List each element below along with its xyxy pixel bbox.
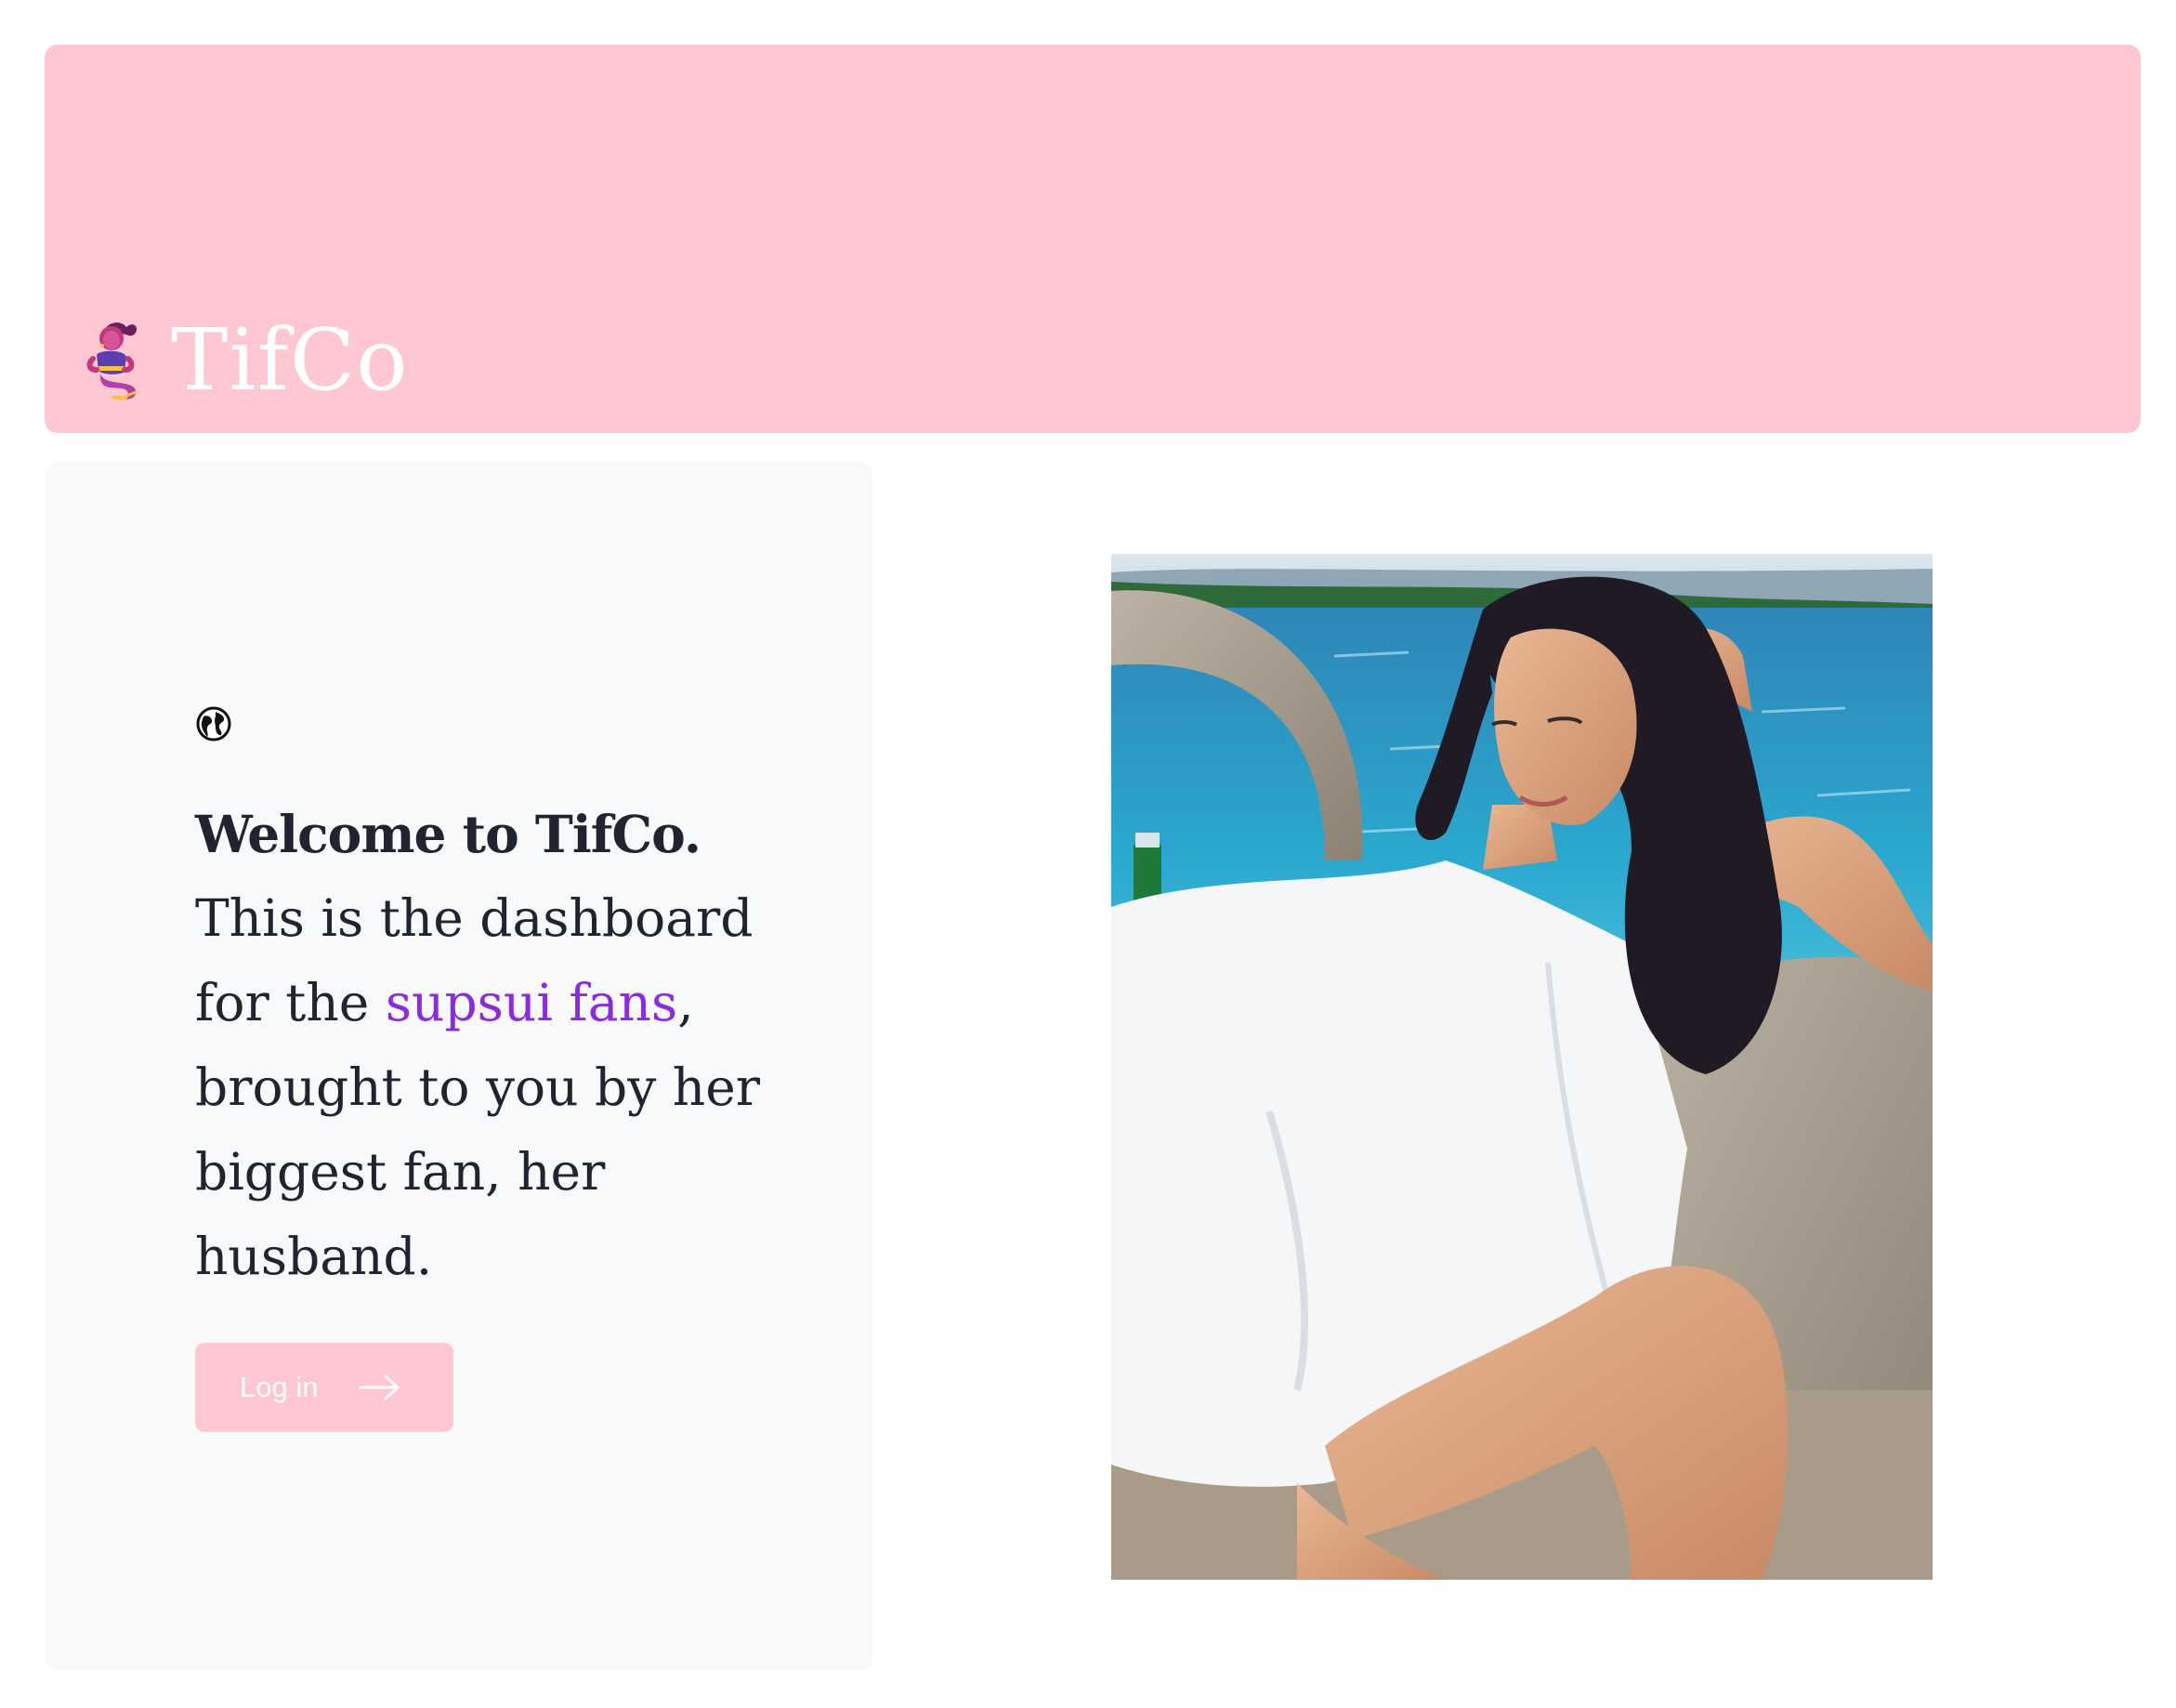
arrow-right-icon bbox=[359, 1374, 400, 1400]
globe-icon bbox=[196, 706, 231, 742]
welcome-title: Welcome to TifCo. bbox=[195, 804, 701, 864]
log-in-button[interactable]: Log in bbox=[195, 1343, 453, 1432]
header-banner: TifCo bbox=[45, 45, 2141, 433]
brand[interactable]: TifCo bbox=[80, 318, 409, 403]
genie-emoji-icon bbox=[86, 322, 138, 401]
portrait-photo bbox=[1111, 554, 1933, 1580]
log-in-label: Log in bbox=[240, 1371, 319, 1403]
welcome-panel: Welcome to TifCo. This is the dashboard … bbox=[45, 463, 872, 1670]
brand-name: TifCo bbox=[171, 310, 409, 410]
welcome-message: Welcome to TifCo. This is the dashboard … bbox=[195, 792, 771, 1299]
supsui-fans-link[interactable]: supsui fans bbox=[386, 973, 677, 1032]
